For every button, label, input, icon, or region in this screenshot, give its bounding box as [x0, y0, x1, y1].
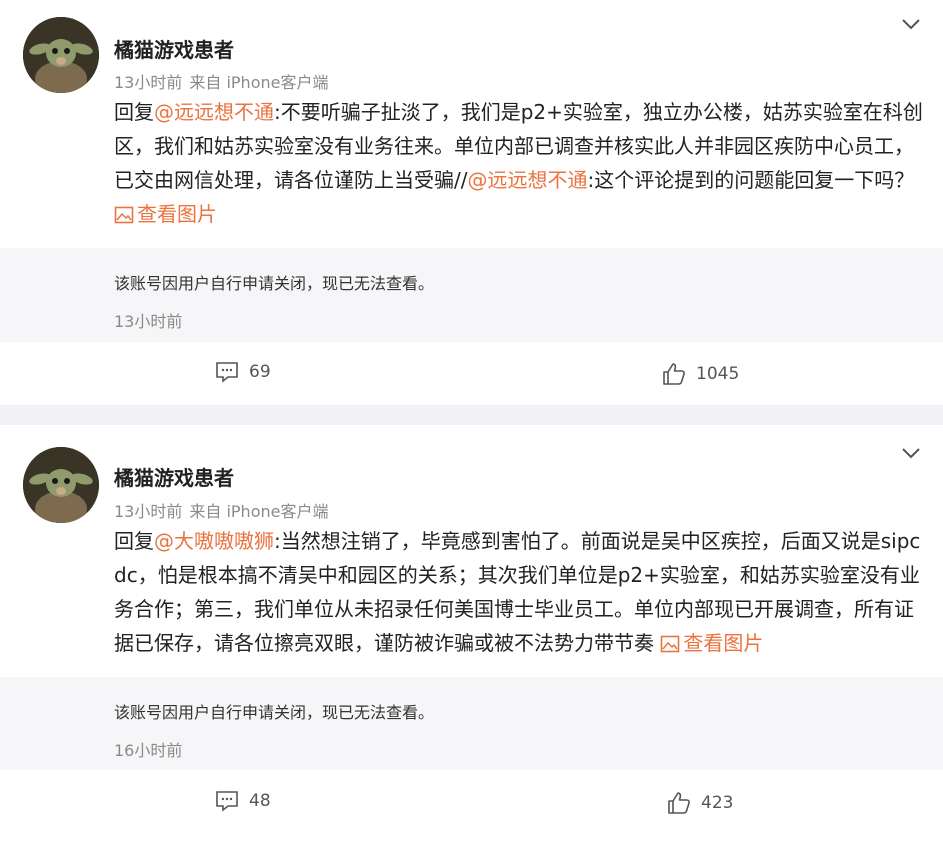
- quoted-comment: 该账号因用户自行申请关闭，现已无法查看。 16小时前: [0, 677, 943, 770]
- view-picture-link[interactable]: 查看图片: [114, 202, 217, 226]
- post-meta: 13小时前 来自 iPhone客户端: [114, 498, 335, 522]
- post-source: 来自 iPhone客户端: [189, 73, 329, 92]
- comment-button[interactable]: 69: [215, 361, 271, 383]
- quoted-text: 该账号因用户自行申请关闭，现已无法查看。: [114, 274, 435, 293]
- post-time: 13小时前: [114, 502, 183, 521]
- like-count: 1045: [696, 364, 740, 384]
- thumbs-up-icon: [668, 792, 690, 814]
- view-picture-label: 查看图片: [137, 202, 217, 226]
- avatar[interactable]: [23, 17, 99, 93]
- comment-body-2: :这个评论提到的问题能回复一下吗？: [587, 168, 915, 192]
- chevron-down-icon[interactable]: [901, 446, 921, 460]
- quoted-comment: 该账号因用户自行申请关闭，现已无法查看。 13小时前: [0, 248, 943, 342]
- like-button[interactable]: 1045: [662, 362, 739, 386]
- like-button[interactable]: 423: [667, 791, 733, 815]
- picture-icon: [114, 206, 134, 224]
- comment-count: 48: [249, 791, 271, 811]
- comment-text: 回复@远远想不通:不要听骗子扯淡了，我们是p2+实验室，独立办公楼，姑苏实验室在…: [114, 95, 926, 231]
- comment-count: 69: [249, 362, 271, 382]
- username[interactable]: 橘猫游戏患者: [114, 34, 234, 63]
- view-picture-link[interactable]: 查看图片: [660, 631, 763, 655]
- comment-card: 橘猫游戏患者 13小时前 来自 iPhone客户端 回复@大嗷嗷嗷狮:当然想注销了…: [0, 425, 943, 852]
- post-time: 13小时前: [114, 73, 183, 92]
- chevron-down-icon[interactable]: [901, 17, 921, 31]
- comment-card: 橘猫游戏患者 13小时前 来自 iPhone客户端 回复@远远想不通:不要听骗子扯…: [0, 0, 943, 405]
- quoted-text: 该账号因用户自行申请关闭，现已无法查看。: [114, 703, 435, 722]
- quoted-time: 16小时前: [114, 741, 183, 760]
- comment-icon: [216, 362, 238, 383]
- picture-icon: [661, 635, 680, 653]
- view-picture-label: 查看图片: [683, 631, 764, 655]
- username[interactable]: 橘猫游戏患者: [114, 462, 234, 491]
- mention-link[interactable]: @大嗷嗷嗷狮: [154, 529, 274, 553]
- post-meta: 13小时前 来自 iPhone客户端: [114, 69, 335, 93]
- comment-button[interactable]: 48: [215, 790, 271, 812]
- post-source: 来自 iPhone客户端: [189, 502, 329, 521]
- avatar[interactable]: [23, 447, 99, 523]
- reply-prefix: 回复: [114, 529, 154, 553]
- like-count: 423: [701, 793, 734, 813]
- reply-prefix: 回复: [114, 100, 154, 124]
- thumbs-up-icon: [663, 363, 685, 385]
- mention-link[interactable]: @远远想不通: [154, 100, 274, 124]
- mention-link[interactable]: @远远想不通: [467, 168, 587, 192]
- comment-text: 回复@大嗷嗷嗷狮:当然想注销了，毕竟感到害怕了。前面说是吴中区疾控，后面又说是s…: [114, 524, 926, 660]
- comment-icon: [216, 791, 238, 812]
- quoted-time: 13小时前: [114, 312, 183, 331]
